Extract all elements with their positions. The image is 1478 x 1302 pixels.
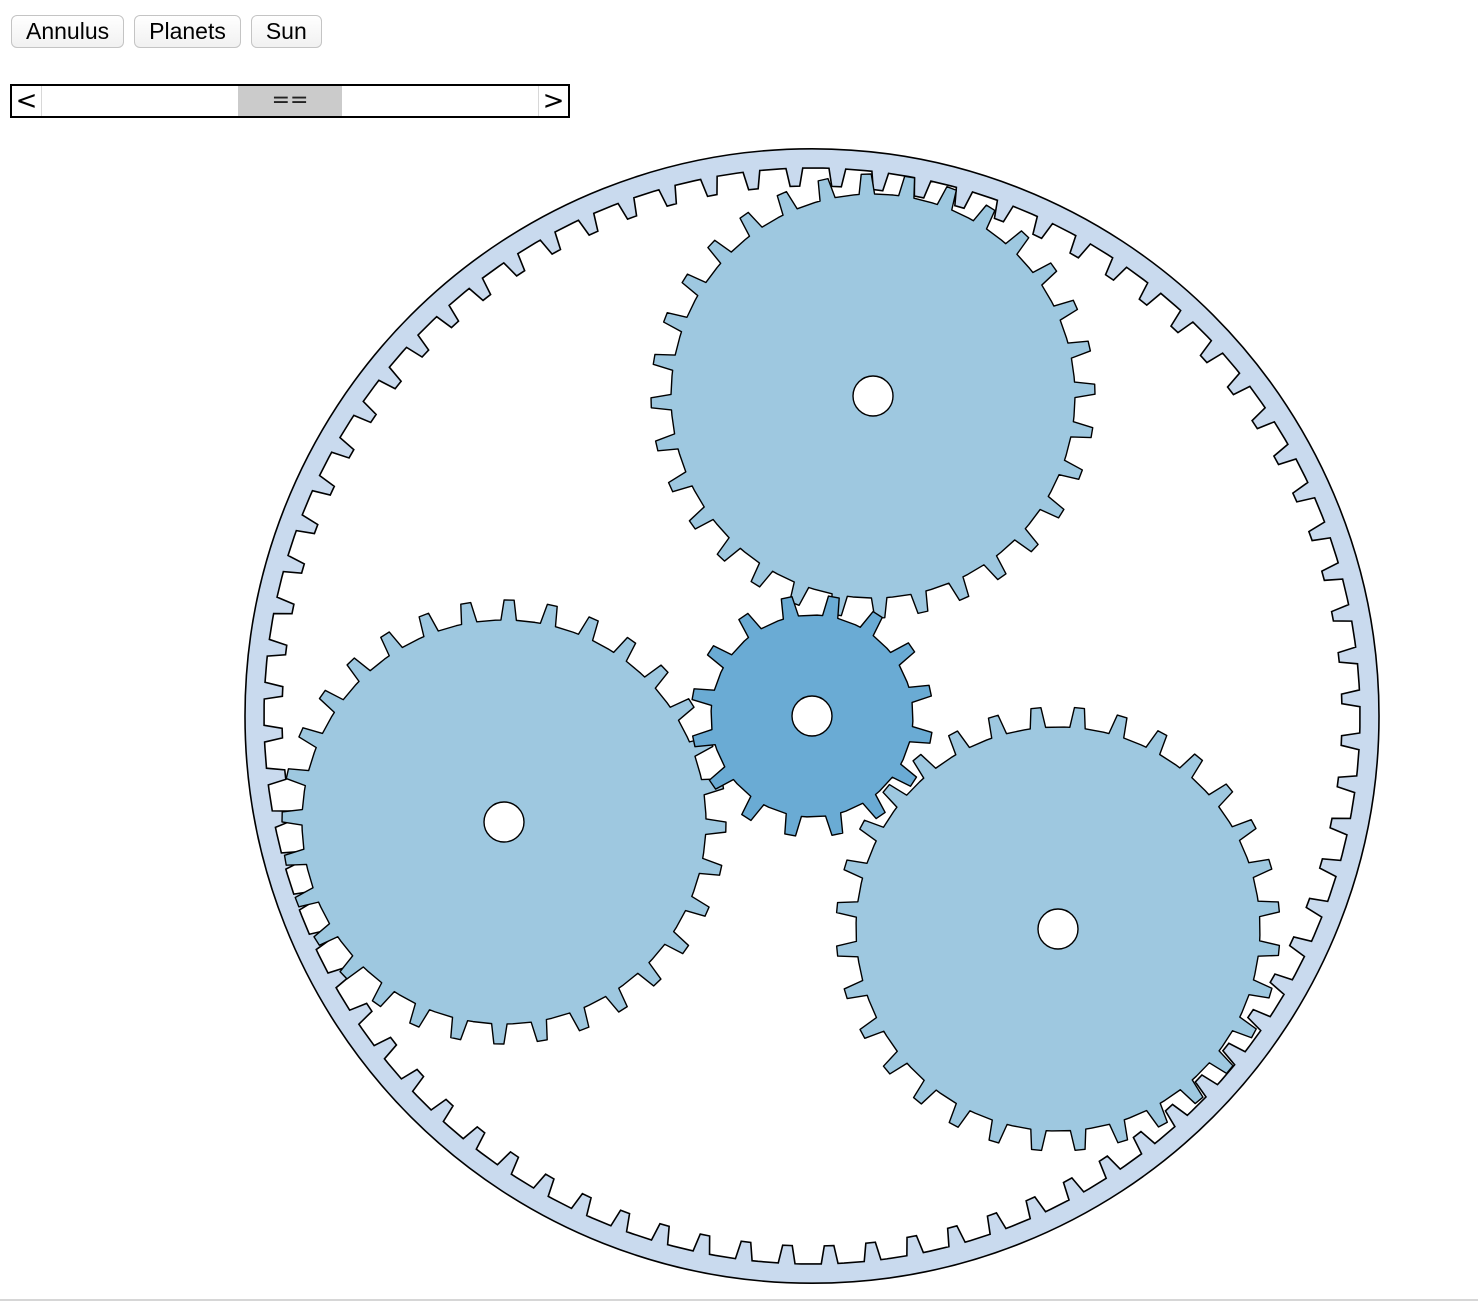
gear-canvas [244,148,1380,1284]
planet-hub [852,375,894,417]
planet-gear-1 [650,173,1096,619]
bottom-divider [0,1299,1478,1301]
planet-hub [483,801,525,843]
planet-gear-2 [281,599,727,1045]
planet-hub [1037,908,1079,950]
sun-hub [791,695,833,737]
